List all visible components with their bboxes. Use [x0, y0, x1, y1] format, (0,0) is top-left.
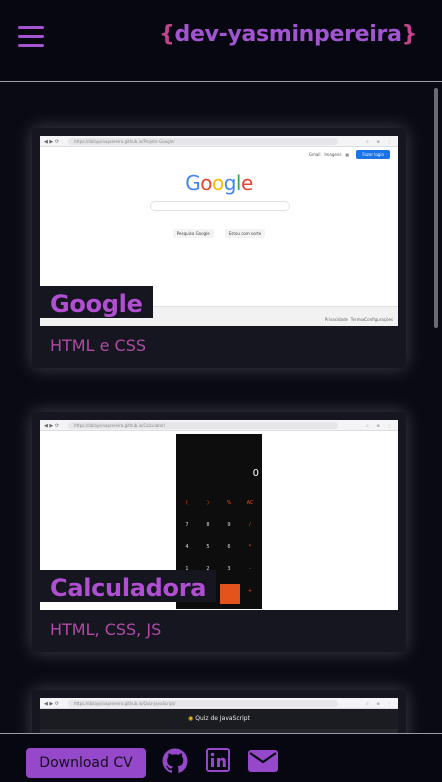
linkedin-icon[interactable]: [206, 748, 230, 772]
project-title: Calculadora: [50, 574, 207, 602]
apps-grid-icon: ▦: [345, 152, 350, 157]
calculator-display: 0: [252, 468, 259, 479]
google-search-box: [150, 201, 290, 211]
menu-line: [18, 44, 44, 47]
browser-chrome: ◀ ▶ ⟳ https://dalaysinaprereira.github.i…: [40, 420, 398, 431]
page-scrollbar[interactable]: [434, 88, 438, 328]
project-card-google[interactable]: ◀ ▶ ⟳ https://dalaysinaprereira.github.i…: [32, 128, 406, 368]
google-buttons: Pesquisa Google Estou com sorte: [40, 220, 398, 239]
quiz-heading-bar: ◉ Quiz de JavaScript: [40, 709, 398, 729]
calc-key: /: [249, 522, 251, 528]
google-images-link: Imagens: [324, 152, 342, 157]
project-preview-quiz: ◀ ▶ ⟳ https://dalaysinaprereira.github.i…: [40, 698, 398, 733]
calc-key: 6: [227, 544, 231, 550]
calc-key: -: [249, 566, 251, 572]
browser-tools-icons: ☆ ⊕ ⋮: [365, 423, 394, 428]
project-title-box: Google: [40, 286, 153, 318]
calc-key: +: [247, 588, 253, 594]
menu-line: [18, 26, 44, 29]
browser-nav-icons: ◀ ▶ ⟳: [44, 701, 60, 707]
google-signin-button: Fazer login: [356, 150, 390, 159]
download-cv-button[interactable]: Download CV: [26, 748, 146, 778]
browser-url: https://dalaysinaprereira.github.io/Proj…: [68, 138, 338, 145]
google-settings-link: Configurações: [364, 317, 393, 322]
google-lucky-button: Estou com sorte: [224, 229, 266, 238]
calc-key: 9: [227, 522, 231, 528]
top-bar: {dev-yasminpereira}: [0, 0, 442, 82]
footer-bar: Download CV: [0, 733, 442, 782]
google-terms-link: Termos: [350, 317, 365, 322]
browser-tools-icons: ☆ ⊕ ⋮: [365, 701, 394, 706]
calc-key: *: [248, 544, 252, 550]
calc-key: 7: [185, 522, 189, 528]
browser-chrome: ◀ ▶ ⟳ https://dalaysinaprereira.github.i…: [40, 136, 398, 147]
calc-key: 3: [227, 566, 231, 572]
project-tech: HTML e CSS: [50, 336, 147, 355]
google-privacy-link: Privacidade: [324, 317, 348, 322]
hamburger-menu-icon[interactable]: [18, 26, 44, 48]
calc-key: 4: [185, 544, 189, 550]
calc-key: %: [226, 500, 232, 506]
projects-feed[interactable]: ◀ ▶ ⟳ https://dalaysinaprereira.github.i…: [0, 83, 442, 733]
project-title-box: Calculadora: [40, 570, 217, 602]
project-card-calculadora[interactable]: ◀ ▶ ⟳ https://dalaysinaprereira.github.i…: [32, 412, 406, 652]
menu-line: [18, 35, 44, 38]
calc-key: 8: [206, 522, 210, 528]
mail-icon[interactable]: [248, 750, 278, 772]
brand-open-brace: {: [159, 22, 175, 47]
project-card-quiz[interactable]: ◀ ▶ ⟳ https://dalaysinaprereira.github.i…: [32, 690, 406, 733]
brand-name: dev-yasminpereira: [174, 22, 402, 47]
google-search-button: Pesquisa Google: [172, 229, 214, 238]
browser-url: https://dalaysinaprereira.github.io/Calc…: [68, 422, 338, 429]
calc-key: (: [186, 500, 188, 506]
calc-key: AC: [246, 500, 254, 506]
calc-key: ): [207, 500, 209, 506]
quiz-logo-icon: ◉: [188, 715, 194, 722]
calc-equals-key: [220, 584, 240, 604]
google-top-links: Gmail Imagens ▦ Fazer login: [309, 150, 390, 159]
brand-close-brace: }: [401, 22, 418, 47]
quiz-heading: Quiz de JavaScript: [195, 715, 250, 722]
browser-url: https://dalaysinaprereira.github.io/Quiz…: [68, 700, 338, 707]
google-logo: Google: [185, 171, 253, 195]
github-icon[interactable]: [162, 748, 188, 774]
browser-chrome: ◀ ▶ ⟳ https://dalaysinaprereira.github.i…: [40, 698, 398, 709]
browser-tools-icons: ☆ ⊕ ⋮: [365, 139, 394, 144]
calc-key: 5: [206, 544, 210, 550]
project-title: Google: [50, 290, 143, 318]
project-tech: HTML, CSS, JS: [50, 620, 162, 639]
site-logo[interactable]: {dev-yasminpereira}: [159, 22, 417, 47]
browser-nav-icons: ◀ ▶ ⟳: [44, 139, 60, 145]
browser-nav-icons: ◀ ▶ ⟳: [44, 423, 60, 429]
google-gmail-link: Gmail: [308, 152, 321, 157]
